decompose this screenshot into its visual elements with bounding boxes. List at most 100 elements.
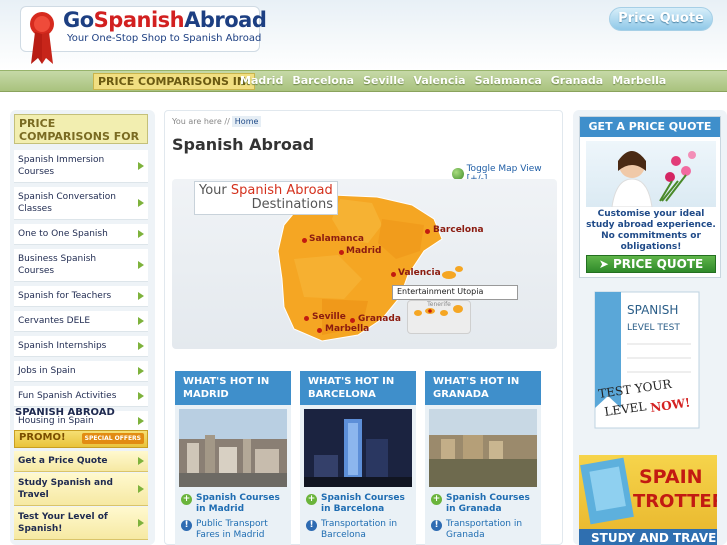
link-spanish-courses-barcelona[interactable]: + Spanish Courses in Barcelona [306, 493, 416, 515]
breadcrumb-prefix: You are here // [172, 117, 230, 126]
breadcrumb-home[interactable]: Home [231, 116, 262, 127]
map-marker-salamanca[interactable] [302, 238, 307, 243]
map-tooltip: Entertainment Utopia [392, 285, 518, 300]
sidebar-item-activities[interactable]: Fun Spanish Activities [14, 386, 148, 407]
city-nav-links: Madrid Barcelona Seville Valencia Salama… [240, 74, 666, 87]
sidebar-item-label: Spanish for Teachers [18, 291, 112, 301]
link-label: Public Transport Fares in Madrid [196, 519, 268, 540]
map-label-valencia[interactable]: Valencia [398, 268, 441, 278]
map-label-barcelona[interactable]: Barcelona [433, 225, 484, 235]
link-spanish-courses-madrid[interactable]: + Spanish Courses in Madrid [181, 493, 291, 515]
map-label-seville[interactable]: Seville [312, 312, 346, 322]
site-header: GoSpanishAbroad Your One-Stop Shop to Sp… [0, 0, 727, 70]
whats-hot-title: WHAT'S HOT IN BARCELONA [300, 371, 416, 405]
map-marker-madrid[interactable] [339, 250, 344, 255]
price-quote-description: Customise your ideal study abroad experi… [586, 209, 716, 252]
sidebar-item-label: Jobs in Spain [18, 366, 76, 376]
sidebar-item-business[interactable]: Business Spanish Courses [14, 249, 148, 282]
promo-item-price-quote[interactable]: Get a Price Quote [14, 451, 148, 472]
left-sidebar: PRICE COMPARISONS FOR Spanish Immersion … [10, 110, 155, 545]
map-marker-seville[interactable] [304, 316, 309, 321]
promo-item-study-travel[interactable]: Study Spanish and Travel [14, 473, 148, 506]
granada-photo[interactable] [429, 409, 537, 487]
sidebar-item-label: One to One Spanish [18, 229, 108, 239]
sidebar-item-jobs[interactable]: Jobs in Spain [14, 361, 148, 382]
special-offers-badge[interactable]: SPECIAL OFFERS [81, 433, 144, 444]
arrow-right-icon [138, 457, 144, 465]
award-ribbon-icon [30, 12, 54, 64]
map-marker-valencia[interactable] [391, 272, 396, 277]
map-heading-your: Your [199, 183, 227, 198]
logo-tagline: Your One-Stop Shop to Spanish Abroad [67, 33, 262, 44]
nav-link-madrid[interactable]: Madrid [240, 74, 283, 87]
nav-link-salamanca[interactable]: Salamanca [475, 74, 542, 87]
map-label-granada[interactable]: Granada [358, 314, 401, 324]
sidebar-item-dele[interactable]: Cervantes DELE [14, 311, 148, 332]
sidebar-list: Spanish Immersion Courses Spanish Conver… [14, 150, 148, 436]
logo-abroad: Abroad [184, 8, 267, 32]
price-quote-panel: GET A PRICE QUOTE Customise your ideal s… [579, 116, 721, 278]
arrow-right-icon: ➤ [598, 257, 613, 271]
arrow-right-icon [138, 342, 144, 350]
madrid-photo[interactable] [179, 409, 287, 487]
arrow-right-icon [138, 199, 144, 207]
nav-link-barcelona[interactable]: Barcelona [292, 74, 354, 87]
city-nav-bar: PRICE COMPARISONS IN: Madrid Barcelona S… [0, 70, 727, 92]
link-label: Transportation in Granada [446, 519, 523, 540]
link-transport-barcelona[interactable]: ! Transportation in Barcelona [306, 519, 416, 541]
info-icon: ! [306, 520, 317, 531]
sidebar-item-conversation[interactable]: Spanish Conversation Classes [14, 187, 148, 220]
map-marker-granada[interactable] [350, 318, 355, 323]
canary-islands-inset[interactable]: Tenerife [407, 300, 471, 334]
breadcrumb: You are here //Home [172, 116, 262, 127]
sidebar-heading: PRICE COMPARISONS FOR [14, 114, 148, 144]
whats-hot-title: WHAT'S HOT IN GRANADA [425, 371, 541, 405]
sidebar-item-label: Fun Spanish Activities [18, 391, 117, 401]
trotter-line1: SPAIN [639, 466, 703, 488]
arrow-right-icon [138, 261, 144, 269]
nav-link-seville[interactable]: Seville [363, 74, 404, 87]
plus-icon: + [431, 494, 442, 505]
link-label: Spanish Courses in Madrid [196, 493, 280, 514]
logo-go: Go [63, 8, 94, 32]
sidebar-item-internships[interactable]: Spanish Internships [14, 336, 148, 357]
trotter-line3: STUDY AND TRAVEL [591, 531, 717, 545]
price-quote-cta-button[interactable]: ➤ PRICE QUOTE [586, 255, 716, 273]
map-marker-barcelona[interactable] [425, 229, 430, 234]
arrow-right-icon [138, 392, 144, 400]
whats-hot-granada: WHAT'S HOT IN GRANADA + Spanish Courses i… [425, 371, 541, 545]
nav-link-marbella[interactable]: Marbella [612, 74, 666, 87]
sidebar-item-one-to-one[interactable]: One to One Spanish [14, 224, 148, 245]
map-label-marbella[interactable]: Marbella [325, 324, 369, 334]
spain-trotter-banner[interactable]: SPAIN TROTTER STUDY AND TRAVEL [579, 455, 717, 545]
student-photo [586, 141, 716, 207]
level-test-banner[interactable]: SPANISH LEVEL TEST TEST YOUR LEVEL NOW! [591, 288, 701, 430]
info-icon: ! [181, 520, 192, 531]
page-title: Spanish Abroad [172, 135, 315, 154]
link-spanish-courses-granada[interactable]: + Spanish Courses in Granada [431, 493, 541, 515]
plus-icon: + [181, 494, 192, 505]
map-label-salamanca[interactable]: Salamanca [309, 234, 364, 244]
price-quote-button[interactable]: Price Quote [609, 7, 713, 31]
whats-hot-madrid: WHAT'S HOT IN MADRID + Spanish Courses in… [175, 371, 291, 545]
promo-item-level-test[interactable]: Test Your Level of Spanish! [14, 507, 148, 540]
sidebar-section-title: SPANISH ABROAD [15, 407, 115, 418]
map-marker-marbella[interactable] [317, 328, 322, 333]
main-content: You are here //Home Spanish Abroad Toggl… [164, 110, 563, 545]
sidebar-item-teachers[interactable]: Spanish for Teachers [14, 286, 148, 307]
link-transport-madrid[interactable]: ! Public Transport Fares in Madrid [181, 519, 291, 541]
nav-link-valencia[interactable]: Valencia [413, 74, 465, 87]
promo-label: PROMO! [19, 432, 66, 443]
sidebar-item-immersion[interactable]: Spanish Immersion Courses [14, 150, 148, 183]
sidebar-item-label: Spanish Immersion Courses [18, 155, 105, 177]
map-heading-spanish-abroad: Spanish Abroad [230, 183, 333, 198]
plus-icon: + [306, 494, 317, 505]
link-transport-granada[interactable]: ! Transportation in Granada [431, 519, 541, 541]
map-label-madrid[interactable]: Madrid [346, 246, 381, 256]
logo-title[interactable]: GoSpanishAbroad [63, 8, 267, 32]
info-icon: ! [431, 520, 442, 531]
spain-map[interactable]: Your Spanish Abroad Destinations Salaman… [172, 179, 557, 349]
whats-hot-title: WHAT'S HOT IN MADRID [175, 371, 291, 405]
nav-link-granada[interactable]: Granada [551, 74, 603, 87]
barcelona-photo[interactable] [304, 409, 412, 487]
